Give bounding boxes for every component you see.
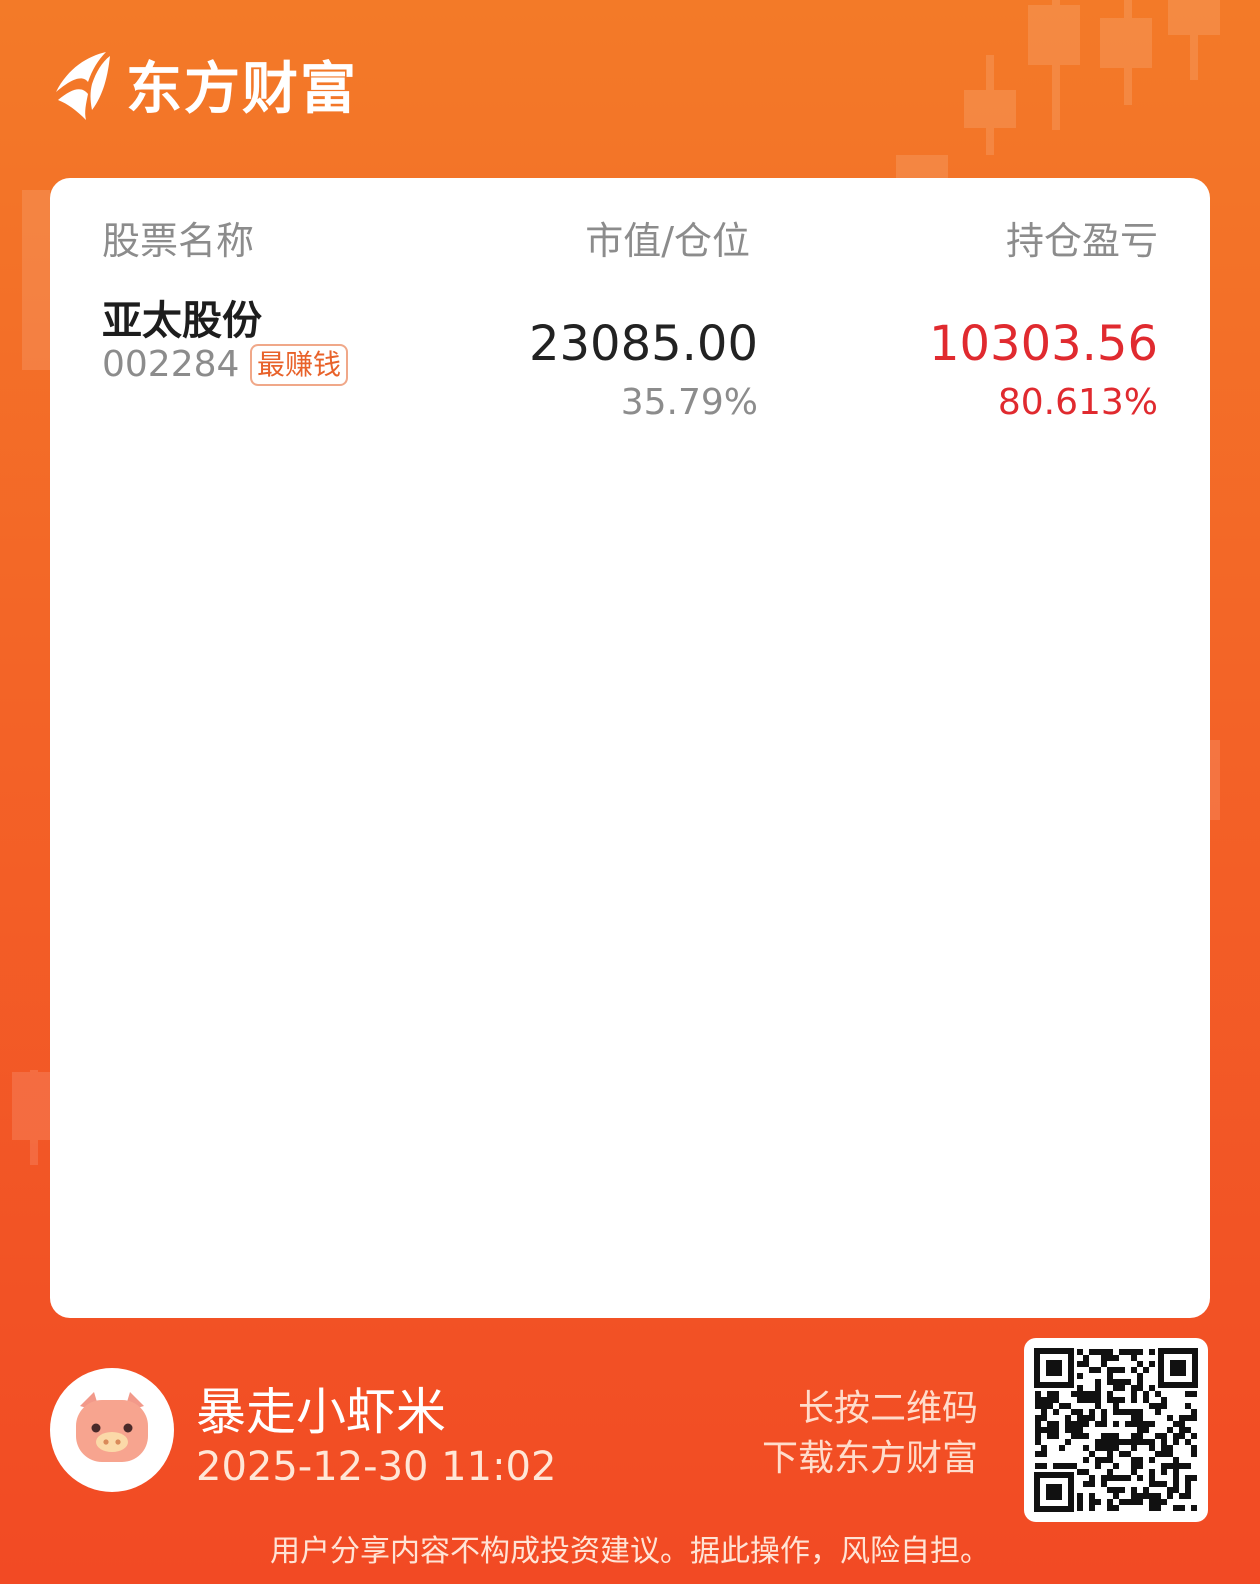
top-earner-badge: 最赚钱 — [250, 344, 349, 386]
pig-avatar-icon — [76, 1392, 148, 1462]
qr-hint-line-2: 下载东方财富 — [761, 1438, 978, 1479]
holding-pnl-amount: 10303.56 — [928, 316, 1158, 372]
qr-hint: 长按二维码 下载东方财富 — [762, 1384, 978, 1484]
holding-pnl-percent: 80.613% — [997, 382, 1158, 423]
download-qr-code[interactable] — [1024, 1338, 1208, 1522]
header-holding-pnl: 持仓盈亏 — [1005, 219, 1158, 263]
disclaimer: 用户分享内容不构成投资建议。据此操作，风险自担。 — [270, 1534, 990, 1569]
position-percent: 35.79% — [620, 382, 758, 423]
market-value: 23085.00 — [528, 316, 758, 372]
qr-code-icon — [1034, 1348, 1198, 1512]
share-datetime: 2025-12-30 11:02 — [196, 1444, 557, 1490]
app-header: 东方财富 — [48, 44, 358, 124]
header-market-value-position: 市值/仓位 — [585, 219, 750, 263]
dongfang-caifu-logo-icon — [56, 52, 110, 120]
stock-code: 002284 — [102, 344, 240, 385]
username: 暴走小虾米 — [196, 1383, 446, 1441]
stock-name: 亚太股份 — [102, 298, 262, 344]
holdings-card: 股票名称 市值/仓位 持仓盈亏 亚太股份 002284 最赚钱 23085.00… — [50, 178, 1210, 1318]
brand-title: 东方财富 — [126, 56, 358, 122]
qr-hint-line-1: 长按二维码 — [797, 1388, 978, 1429]
avatar — [50, 1368, 174, 1492]
header-stock-name: 股票名称 — [102, 219, 255, 263]
